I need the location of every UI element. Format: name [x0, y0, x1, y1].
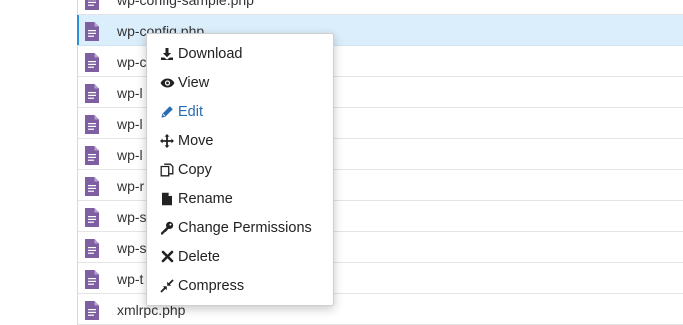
menu-item-view[interactable]: View [147, 68, 333, 97]
file-row[interactable]: wp-config-sample.php [78, 0, 683, 15]
menu-item-delete[interactable]: Delete [147, 242, 333, 271]
file-name: wp-t [117, 271, 144, 287]
menu-item-copy[interactable]: Copy [147, 155, 333, 184]
file-name: wp-s [117, 240, 147, 256]
file-name: wp-l [117, 147, 143, 163]
menu-item-compress[interactable]: Compress [147, 271, 333, 300]
file-name: wp-s [117, 209, 147, 225]
file-icon [159, 191, 175, 207]
file-name: wp-l [117, 116, 143, 132]
menu-item-rename[interactable]: Rename [147, 184, 333, 213]
menu-item-label: Download [178, 45, 243, 62]
menu-item-label: View [178, 74, 210, 91]
menu-item-label: Compress [178, 277, 245, 294]
menu-item-change-permissions[interactable]: Change Permissions [147, 213, 333, 242]
x-icon [159, 249, 175, 265]
menu-item-label: Delete [178, 248, 220, 265]
menu-item-download[interactable]: Download [147, 39, 333, 68]
php-file-icon [84, 84, 100, 103]
file-manager-view: wp-config-sample.php wp-config.php wp-c … [0, 0, 683, 325]
php-file-icon [84, 146, 100, 165]
php-file-icon [84, 208, 100, 227]
menu-item-edit[interactable]: Edit [147, 97, 333, 126]
download-icon [159, 46, 175, 62]
move-arrows-icon [159, 133, 175, 149]
copy-icon [159, 162, 175, 178]
file-name: wp-l [117, 85, 143, 101]
menu-item-label: Rename [178, 190, 233, 207]
php-file-icon [84, 0, 100, 10]
compress-icon [159, 278, 175, 294]
php-file-icon [84, 239, 100, 258]
file-name: wp-c [117, 54, 147, 70]
key-icon [159, 220, 175, 236]
pencil-icon [159, 104, 175, 120]
file-name: wp-r [117, 178, 145, 194]
php-file-icon [84, 22, 100, 41]
php-file-icon [84, 177, 100, 196]
eye-icon [159, 75, 175, 91]
menu-item-move[interactable]: Move [147, 126, 333, 155]
menu-item-label: Copy [178, 161, 212, 178]
php-file-icon [84, 115, 100, 134]
file-name: wp-config-sample.php [117, 0, 254, 8]
menu-item-label: Change Permissions [178, 219, 312, 236]
menu-item-label: Move [178, 132, 214, 149]
php-file-icon [84, 53, 100, 72]
file-context-menu: Download View Edit Move Copy Rename Chan… [146, 33, 334, 306]
php-file-icon [84, 270, 100, 289]
php-file-icon [84, 301, 100, 320]
menu-item-label: Edit [178, 103, 203, 120]
